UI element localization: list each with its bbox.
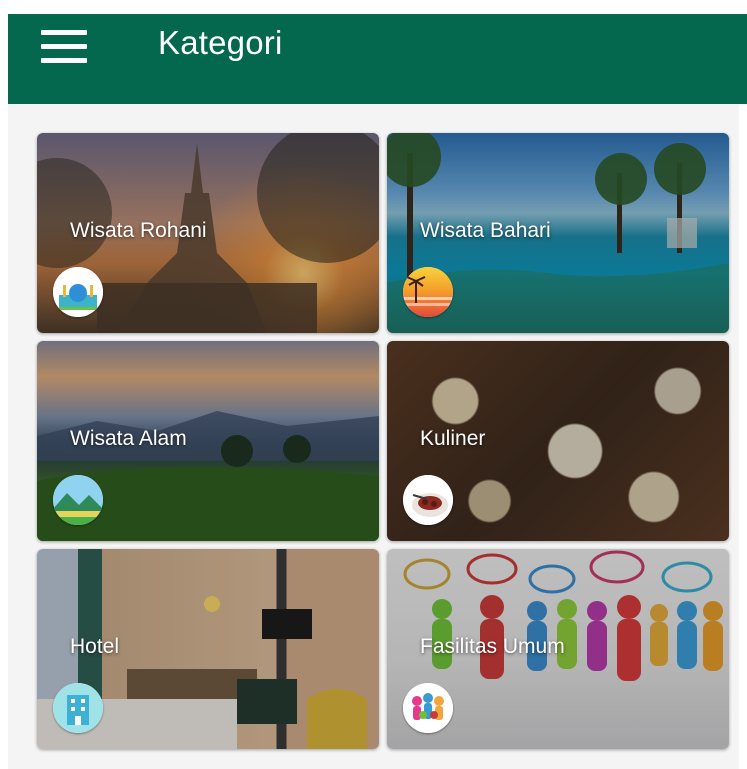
category-card-wisata-alam[interactable]: Wisata Alam — [37, 341, 379, 541]
category-label: Kuliner — [420, 427, 486, 450]
people-group-icon — [403, 683, 453, 733]
category-card-fasilitas-umum[interactable]: Fasilitas Umum — [387, 549, 729, 749]
category-label: Hotel — [70, 635, 120, 658]
hotel-building-icon — [53, 683, 103, 733]
mountain-landscape-icon — [53, 475, 103, 525]
category-grid: Wisata Rohani Wisata Bahari Wisata Alam … — [37, 133, 729, 750]
category-card-kuliner[interactable]: Kuliner — [387, 341, 729, 541]
sunset-beach-icon — [403, 267, 453, 317]
mosque-icon — [53, 267, 103, 317]
category-label: Fasilitas Umum — [420, 635, 565, 658]
category-card-wisata-rohani[interactable]: Wisata Rohani — [37, 133, 379, 333]
category-label: Wisata Bahari — [420, 219, 551, 242]
hamburger-menu-icon[interactable] — [41, 30, 89, 64]
category-label: Wisata Alam — [70, 427, 187, 450]
category-content: Wisata Rohani Wisata Bahari Wisata Alam … — [8, 104, 739, 769]
screen: Kategori Wisata Rohani Wisata Bahari Wis… — [0, 0, 747, 769]
category-card-wisata-bahari[interactable]: Wisata Bahari — [387, 133, 729, 333]
page-title: Kategori — [158, 24, 283, 61]
app-bar: Kategori — [8, 14, 747, 104]
category-card-hotel[interactable]: Hotel — [37, 549, 379, 749]
food-plate-icon — [403, 475, 453, 525]
category-label: Wisata Rohani — [70, 219, 207, 242]
